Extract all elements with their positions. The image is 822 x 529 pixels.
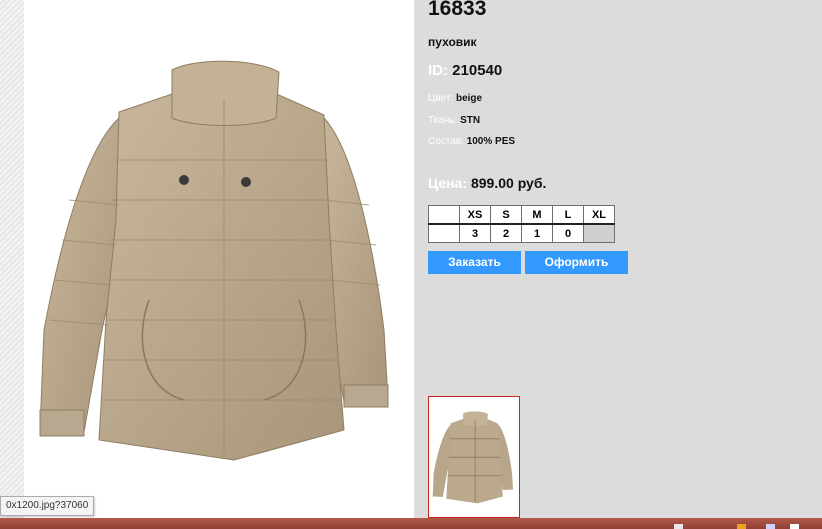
jacket-image bbox=[39, 60, 389, 461]
attr-color: Цвет: beige bbox=[428, 93, 482, 104]
size-header-row: XS S M L XL bbox=[428, 205, 615, 225]
tray-flag-icon[interactable] bbox=[737, 524, 746, 529]
price-value: 899.00 руб. bbox=[470, 175, 547, 191]
checkout-button[interactable]: Оформить bbox=[525, 251, 628, 274]
size-header-xs: XS bbox=[459, 205, 491, 225]
attr-fabric-label: Ткань: bbox=[428, 115, 458, 126]
thumbnail-image[interactable] bbox=[428, 396, 520, 518]
id-label: ID: bbox=[428, 62, 448, 79]
product-subtitle: пуховик bbox=[428, 35, 477, 49]
size-header-m: M bbox=[521, 205, 553, 225]
jacket-thumbnail bbox=[432, 411, 513, 504]
size-qty-xs[interactable]: 3 bbox=[459, 223, 491, 243]
price: Цена: 899.00 руб. bbox=[428, 175, 546, 191]
attr-composition-label: Состав: bbox=[428, 136, 464, 147]
attr-composition-value: 100% PES bbox=[466, 136, 516, 147]
product-info-panel: 16833 пуховик ID: 210540 Цвет: beige Тка… bbox=[414, 0, 822, 518]
attr-color-label: Цвет: bbox=[428, 93, 454, 104]
size-header-xl: XL bbox=[583, 205, 615, 225]
attr-fabric: Ткань: STN bbox=[428, 115, 480, 126]
size-qty-l[interactable]: 0 bbox=[552, 223, 584, 243]
attr-fabric-value: STN bbox=[460, 115, 481, 126]
product-title: 16833 bbox=[428, 0, 487, 20]
size-header-l: L bbox=[552, 205, 584, 225]
product-id: ID: 210540 bbox=[428, 62, 502, 79]
main-product-image[interactable] bbox=[24, 0, 414, 518]
price-label: Цена: bbox=[428, 175, 468, 191]
size-header-blank bbox=[428, 205, 460, 225]
order-button[interactable]: Заказать bbox=[428, 251, 521, 274]
attr-color-value: beige bbox=[455, 93, 483, 104]
tray-arrow-icon[interactable] bbox=[674, 524, 683, 529]
size-qty-xl bbox=[583, 223, 615, 243]
tray-network-icon[interactable] bbox=[766, 524, 775, 529]
size-qty-m[interactable]: 1 bbox=[521, 223, 553, 243]
size-qty-s[interactable]: 2 bbox=[490, 223, 522, 243]
size-quantity-row: 3 2 1 0 bbox=[428, 223, 615, 243]
taskbar bbox=[0, 518, 822, 529]
attr-composition: Состав: 100% PES bbox=[428, 136, 515, 147]
tray-volume-icon[interactable] bbox=[790, 524, 799, 529]
size-header-s: S bbox=[490, 205, 522, 225]
status-tooltip: 0x1200.jpg?37060 bbox=[0, 496, 95, 516]
id-value: 210540 bbox=[452, 62, 503, 79]
size-qty-blank bbox=[428, 223, 460, 243]
left-decorative-strip bbox=[0, 0, 25, 518]
size-table: XS S M L XL 3 2 1 0 bbox=[428, 205, 615, 243]
